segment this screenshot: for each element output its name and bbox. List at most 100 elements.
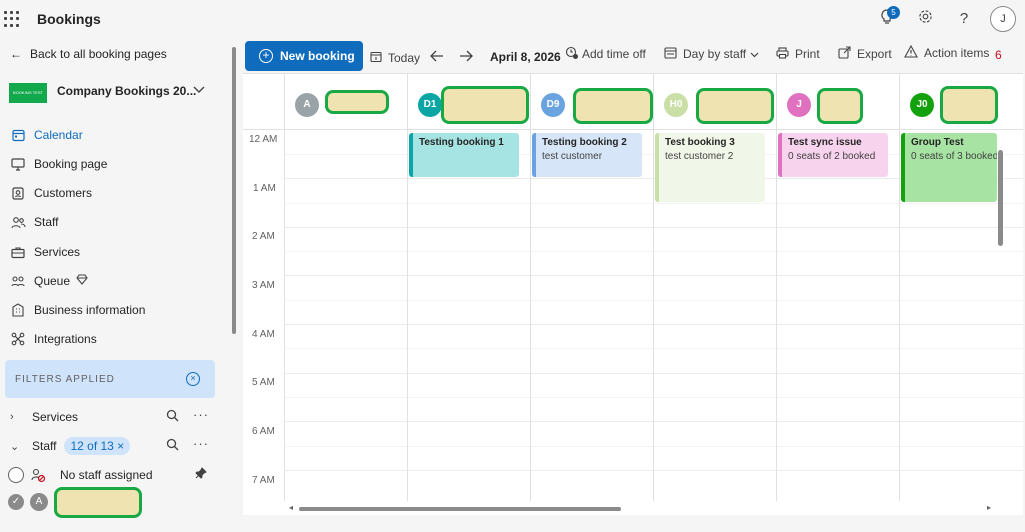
pin-icon[interactable] bbox=[195, 467, 207, 482]
staff-day-column[interactable] bbox=[284, 130, 407, 515]
company-name[interactable]: Company Bookings 20... bbox=[57, 84, 196, 98]
sidebar-item-staff[interactable]: Staff bbox=[10, 212, 58, 232]
search-icon[interactable] bbox=[166, 409, 179, 425]
redacted-staff-name bbox=[441, 86, 529, 124]
staff-filter-row[interactable]: ⌄ Staff 12 of 13 × bbox=[10, 436, 131, 456]
no-staff-assigned-row[interactable]: No staff assigned bbox=[8, 464, 153, 486]
sidebar-item-queue[interactable]: Queue bbox=[10, 271, 88, 291]
notification-badge: 5 bbox=[887, 6, 900, 19]
avatar: J bbox=[787, 93, 811, 117]
staff-checkbox[interactable]: ✓ bbox=[8, 494, 24, 510]
clock-off-icon bbox=[565, 46, 579, 63]
search-icon[interactable] bbox=[166, 438, 179, 454]
staff-day-column[interactable] bbox=[776, 130, 899, 515]
redacted-staff-name bbox=[696, 88, 774, 124]
time-label: 1 AM bbox=[253, 183, 276, 194]
staff-column-header[interactable]: H0 bbox=[653, 74, 776, 130]
booking-event[interactable]: Testing booking 1 bbox=[409, 133, 519, 177]
user-avatar[interactable]: J bbox=[990, 6, 1016, 32]
sidebar-item-label: Calendar bbox=[34, 128, 83, 142]
chevron-down-icon[interactable]: ⌄ bbox=[10, 440, 22, 453]
sidebar-item-customers[interactable]: Customers bbox=[10, 183, 92, 203]
sidebar-item-booking-page[interactable]: Booking page bbox=[10, 154, 107, 174]
current-date[interactable]: April 8, 2026 bbox=[490, 50, 561, 64]
more-options-icon[interactable]: ··· bbox=[193, 436, 209, 451]
avatar: D9 bbox=[541, 93, 565, 117]
event-title: Testing booking 2 bbox=[542, 137, 627, 148]
today-label: Today bbox=[388, 51, 421, 65]
chevron-down-icon[interactable] bbox=[193, 83, 205, 97]
action-items-button[interactable]: Action items bbox=[904, 44, 989, 62]
today-button[interactable]: Today bbox=[370, 49, 420, 67]
scroll-right-arrow-icon[interactable]: ▸ bbox=[987, 503, 991, 512]
filters-applied-label: FILTERS APPLIED bbox=[15, 374, 115, 385]
staff-day-column[interactable] bbox=[407, 130, 530, 515]
sidebar-item-label: Booking page bbox=[34, 157, 108, 171]
staff-column-header[interactable]: D9 bbox=[530, 74, 653, 130]
time-label: 6 AM bbox=[252, 426, 275, 437]
briefcase-icon bbox=[10, 244, 26, 260]
staff-column-header[interactable]: J0 bbox=[899, 74, 1023, 130]
event-subtitle: test customer bbox=[542, 151, 603, 162]
booking-event[interactable]: Test booking 3 test customer 2 bbox=[655, 133, 765, 202]
integrations-icon bbox=[10, 331, 26, 347]
horizontal-scrollbar-track[interactable]: ◂ ▸ bbox=[243, 501, 1023, 515]
help-icon[interactable]: ? bbox=[954, 9, 974, 29]
staff-filter-label: Staff bbox=[32, 439, 57, 453]
sidebar-item-business-information[interactable]: Business information bbox=[10, 300, 145, 320]
clear-filters-icon[interactable]: × bbox=[186, 372, 200, 386]
new-booking-label: New booking bbox=[280, 49, 355, 63]
bottom-strip bbox=[243, 515, 1025, 532]
services-filter-label: Services bbox=[32, 410, 79, 424]
export-button[interactable]: Export bbox=[838, 45, 892, 63]
chevron-right-icon[interactable]: › bbox=[10, 411, 22, 423]
toolbar: + New booking Today April 8, 2026 Add ti… bbox=[243, 39, 1025, 73]
monitor-icon bbox=[10, 156, 26, 172]
no-staff-checkbox[interactable] bbox=[8, 467, 24, 483]
staff-column-header[interactable]: J bbox=[776, 74, 899, 130]
back-arrow-icon: ← bbox=[10, 47, 22, 61]
warning-icon bbox=[904, 44, 918, 61]
avatar: J0 bbox=[910, 93, 934, 117]
people-icon bbox=[10, 214, 26, 230]
print-button[interactable]: Print bbox=[776, 45, 820, 63]
sidebar: ← Back to all booking pages BOOKING TEST … bbox=[0, 39, 243, 532]
new-booking-button[interactable]: + New booking bbox=[245, 41, 363, 71]
premium-diamond-icon bbox=[76, 274, 88, 288]
sidebar-item-label: Services bbox=[34, 245, 81, 259]
view-selector-dropdown[interactable]: Day by staff bbox=[664, 45, 759, 63]
redacted-staff-name bbox=[325, 90, 389, 114]
vertical-scrollbar[interactable] bbox=[998, 150, 1003, 246]
more-options-icon[interactable]: ··· bbox=[193, 407, 209, 422]
next-day-arrow-icon[interactable] bbox=[459, 47, 473, 65]
event-subtitle: 0 seats of 3 booked bbox=[911, 151, 997, 162]
back-to-booking-pages-link[interactable]: ← Back to all booking pages bbox=[10, 47, 167, 61]
staff-column-header[interactable]: A bbox=[284, 74, 407, 130]
gear-icon[interactable] bbox=[915, 9, 935, 29]
staff-count-chip[interactable]: 12 of 13 × bbox=[64, 437, 131, 455]
sidebar-item-integrations[interactable]: Integrations bbox=[10, 329, 97, 349]
back-link-label: Back to all booking pages bbox=[30, 47, 167, 61]
sidebar-scrollbar[interactable] bbox=[232, 47, 236, 334]
time-label: 5 AM bbox=[252, 377, 275, 388]
event-subtitle: test customer 2 bbox=[665, 151, 734, 162]
sidebar-item-label: Business information bbox=[34, 303, 146, 317]
add-time-off-button[interactable]: Add time off bbox=[565, 45, 646, 63]
booking-event[interactable]: Test sync issue 0 seats of 2 booked bbox=[778, 133, 888, 177]
add-time-off-label: Add time off bbox=[582, 47, 646, 61]
booking-event[interactable]: Testing booking 2 test customer bbox=[532, 133, 642, 177]
booking-event[interactable]: Group Test 0 seats of 3 booked bbox=[901, 133, 997, 202]
app-launcher-icon[interactable] bbox=[4, 11, 20, 27]
services-filter-row[interactable]: › Services bbox=[10, 407, 78, 427]
event-title: Test sync issue bbox=[788, 137, 862, 148]
horizontal-scrollbar[interactable] bbox=[299, 507, 621, 511]
previous-day-arrow-icon[interactable] bbox=[430, 47, 444, 65]
scroll-left-arrow-icon[interactable]: ◂ bbox=[289, 503, 293, 512]
staff-column-header[interactable]: D1 bbox=[407, 74, 530, 130]
staff-day-column[interactable] bbox=[530, 130, 653, 515]
sidebar-item-services[interactable]: Services bbox=[10, 242, 80, 262]
sidebar-item-label: Customers bbox=[34, 186, 93, 200]
staff-list-item[interactable]: ✓ A bbox=[8, 486, 142, 518]
calendar-view-icon bbox=[664, 46, 677, 62]
sidebar-item-calendar[interactable]: Calendar bbox=[10, 125, 83, 145]
